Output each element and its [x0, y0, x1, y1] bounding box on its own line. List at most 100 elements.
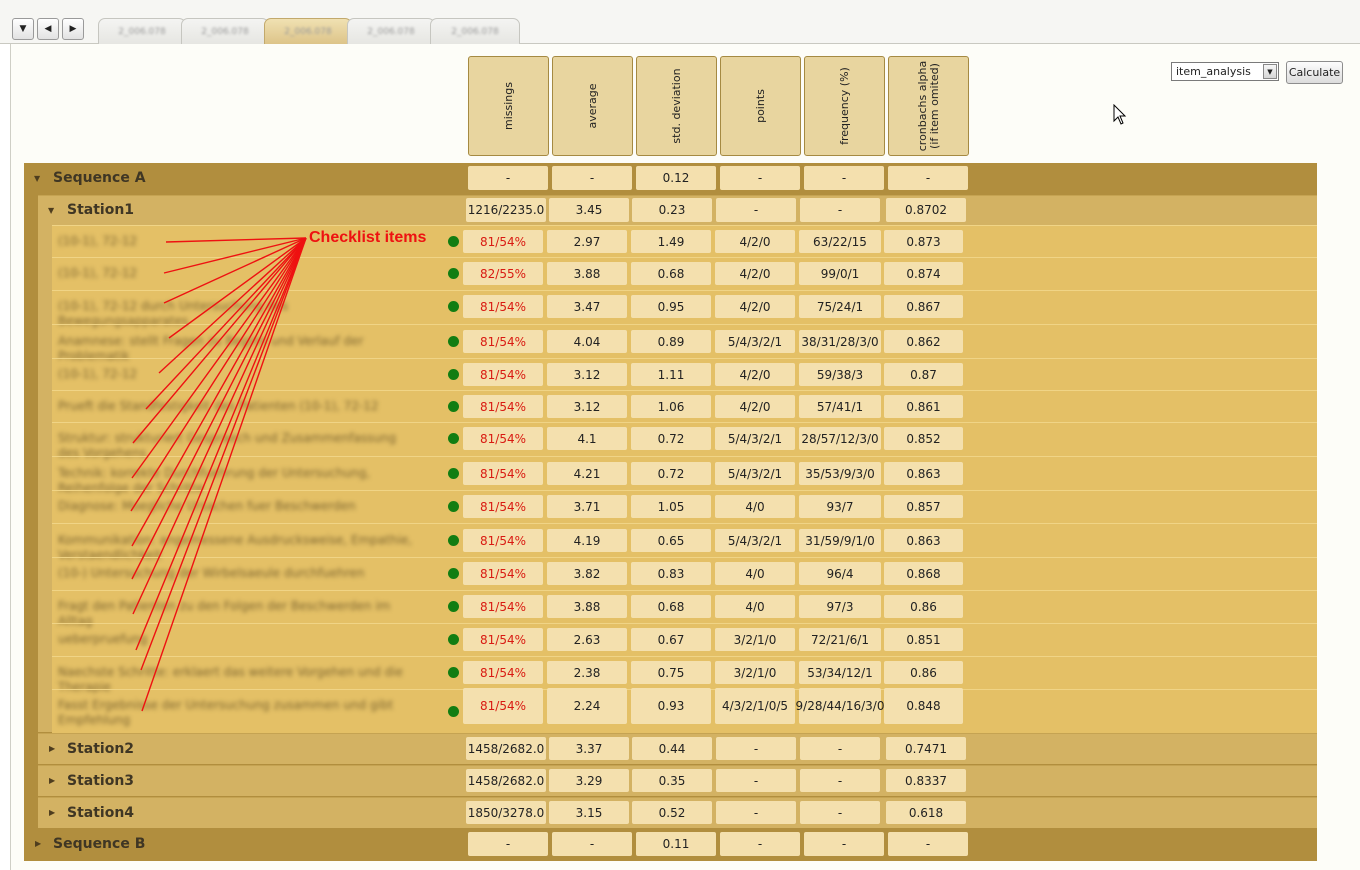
tab-4[interactable]: 2_006.078	[347, 18, 435, 44]
cell-frequency: 9/28/44/16/3/0	[796, 688, 884, 724]
green-dot-icon	[448, 535, 459, 546]
analysis-method-select[interactable]: item_analysis ▼	[1171, 62, 1279, 81]
triangle-right-icon[interactable]: ▶	[35, 839, 41, 848]
cell-missings: -	[468, 832, 548, 856]
cell-missings: 81/54%	[463, 661, 543, 684]
column-header-cronbachs-alpha: cronbachs alpha (if item omited)	[888, 56, 969, 156]
sequence-row-a[interactable]: ▼ Sequence A - -0.12- - -	[24, 163, 1317, 195]
triangle-down-icon[interactable]: ▼	[34, 174, 40, 183]
column-header-missings: missings	[468, 56, 549, 156]
cell-points: -	[716, 737, 796, 760]
list-item[interactable]: Struktur: strukturiert Gespraech und Zus…	[52, 422, 1317, 460]
cell-std: 0.35	[632, 769, 712, 792]
cell-average: 2.38	[547, 661, 627, 684]
cell-average: 2.63	[547, 628, 627, 651]
station-row-station2[interactable]: ▶ Station2 1458/2682.0 3.37 0.44- -0.7471	[38, 733, 1317, 764]
cell-std: 0.12	[636, 166, 716, 190]
green-dot-icon	[448, 706, 459, 717]
cell-alpha: 0.867	[884, 295, 963, 318]
column-header-label: std. deviation	[669, 68, 683, 144]
station-row-station1[interactable]: ▼ Station1 1216/2235.0 3.45 0.23- -0.8702 (10-…	[38, 195, 1317, 733]
calculate-button[interactable]: Calculate	[1286, 61, 1343, 84]
green-dot-icon	[448, 468, 459, 479]
cell-missings: 81/54%	[463, 462, 543, 485]
list-item[interactable]: ueberpruefung 81/54% 2.63 0.67 3/2/1/0 72/21/…	[52, 623, 1317, 656]
list-item[interactable]: (10-1), 72-12 81/54% 3.12 1.11 4/2/0 59/38/3 0…	[52, 358, 1317, 390]
list-item[interactable]: (10-1), 72-12 82/55% 3.88 0.68 4/2/0 99/0/1 0.…	[52, 257, 1317, 290]
cell-frequency: -	[800, 769, 880, 792]
list-item[interactable]: (10-) Untersuchung der Wirbelsaeule durc…	[52, 557, 1317, 590]
green-dot-icon	[448, 401, 459, 412]
item-analysis-table: ▼ Sequence A - -0.12- - - ▼ Station1 1216/2235.0…	[24, 163, 1317, 861]
chevron-down-icon[interactable]: ▼	[1263, 64, 1277, 79]
list-item[interactable]: (10-1), 72-12 81/54% 2.97 1.49 4/2/0 63/22/15…	[52, 225, 1317, 257]
green-dot-icon	[448, 369, 459, 380]
green-dot-icon	[448, 236, 459, 247]
cell-missings: 81/54%	[463, 363, 543, 386]
station-label: Station2	[67, 741, 135, 757]
cell-average: 3.29	[549, 769, 629, 792]
cell-missings: 81/54%	[463, 230, 543, 253]
list-item[interactable]: Fragt den Patienten zu den Folgen der Be…	[52, 590, 1317, 628]
cell-frequency: 59/38/3	[799, 363, 881, 386]
column-header-label: cronbachs alpha (if item omited)	[915, 60, 941, 152]
station-row-station3[interactable]: ▶ Station3 1458/2682.0 3.29 0.35- -0.8337	[38, 765, 1317, 796]
station-label: Station1	[67, 202, 135, 218]
cell-alpha: 0.86	[884, 661, 963, 684]
cell-alpha: 0.87	[884, 363, 963, 386]
cell-average: 4.04	[547, 330, 627, 353]
tab-5[interactable]: 2_006.078	[430, 18, 520, 44]
cell-average: 3.82	[547, 562, 627, 585]
cell-std: 0.65	[631, 529, 711, 552]
sequence-row-b[interactable]: ▶ Sequence B - -0.11- - -	[24, 829, 1317, 861]
tab-1[interactable]: 2_006.078	[98, 18, 186, 44]
cell-points: 5/4/3/2/1	[715, 462, 795, 485]
list-item[interactable]: Diagnose: Moegliche Ursachen fuer Beschw…	[52, 490, 1317, 523]
list-item[interactable]: Prueft die Standfestigkeit des Patienten…	[52, 390, 1317, 422]
scroll-right-button[interactable]: ▶	[62, 18, 84, 40]
cell-average: 4.21	[547, 462, 627, 485]
column-header-average: average	[552, 56, 633, 156]
cell-frequency: 57/41/1	[799, 395, 881, 418]
mouse-pointer-icon	[1113, 104, 1127, 125]
list-item[interactable]: Naechste Schritte: erklaert das weitere …	[52, 656, 1317, 694]
triangle-down-icon[interactable]: ▼	[48, 206, 54, 215]
cell-std: 0.93	[631, 688, 711, 724]
column-header-points: points	[720, 56, 801, 156]
scroll-left-button[interactable]: ◀	[37, 18, 59, 40]
triangle-right-icon[interactable]: ▶	[49, 776, 55, 785]
cell-points: 4/0	[715, 595, 795, 618]
cell-points: 3/2/1/0	[715, 661, 795, 684]
cell-frequency: -	[800, 198, 880, 222]
cell-alpha: 0.868	[884, 562, 963, 585]
tab-label: 2_006.078	[284, 26, 332, 37]
cell-missings: 81/54%	[463, 688, 543, 724]
triangle-right-icon[interactable]: ▶	[49, 744, 55, 753]
column-header-label: missings	[501, 82, 515, 130]
cell-alpha: 0.852	[884, 427, 963, 450]
cell-frequency: 97/3	[799, 595, 881, 618]
cell-points: 4/3/2/1/0/5	[715, 688, 795, 724]
tab-3-active[interactable]: 2_006.078	[264, 18, 352, 44]
column-header-std-deviation: std. deviation	[636, 56, 717, 156]
triangle-right-icon[interactable]: ▶	[49, 808, 55, 817]
tab-2[interactable]: 2_006.078	[181, 18, 269, 44]
cell-alpha: 0.863	[884, 462, 963, 485]
top-toolbar: ▼ ◀ ▶ 2_006.078 2_006.078 2_006.078 2_00…	[0, 0, 1360, 44]
tab-label: 2_006.078	[118, 26, 166, 37]
dropdown-arrow-button[interactable]: ▼	[12, 18, 34, 40]
station-row-station4[interactable]: ▶ Station4 1850/3278.0 3.15 0.52- -0.618	[38, 797, 1317, 828]
cell-alpha: 0.851	[884, 628, 963, 651]
list-item[interactable]: (10-1), 72-12 durch Untersuchung des Bew…	[52, 290, 1317, 328]
checklist-item-text: Diagnose: Moegliche Ursachen fuer Beschw…	[58, 499, 356, 513]
cell-frequency: 53/34/12/1	[799, 661, 881, 684]
cell-std: 0.11	[636, 832, 716, 856]
list-item[interactable]: Fasst Ergebnisse der Untersuchung zusamm…	[52, 688, 1317, 733]
list-item[interactable]: Anamnese: stellt Fragen zu Beginn und Ve…	[52, 324, 1317, 363]
cell-std: 0.89	[631, 330, 711, 353]
list-item[interactable]: Kommunikation: angemessene Ausdrucksweis…	[52, 523, 1317, 562]
cell-points: 4/0	[715, 562, 795, 585]
cell-frequency: -	[800, 801, 880, 824]
list-item[interactable]: Technik: korrekte Durchfuehrung der Unte…	[52, 456, 1317, 495]
cell-std: 0.67	[631, 628, 711, 651]
